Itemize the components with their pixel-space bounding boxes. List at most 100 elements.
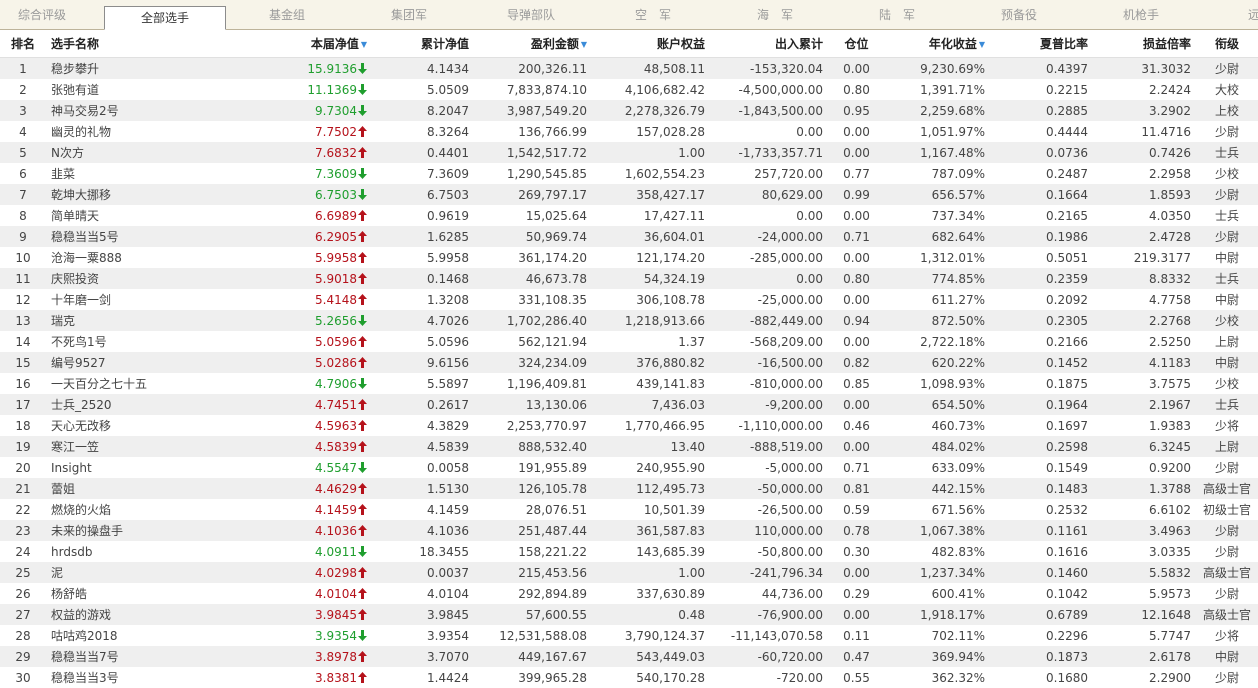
table-row[interactable]: 27权益的游戏3.98453.984557,600.550.48-76,900.…	[0, 604, 1258, 625]
player-name-link[interactable]: 天心无改移	[46, 415, 234, 436]
tab-item[interactable]: 基金组	[226, 0, 348, 29]
header-name[interactable]: 选手名称	[46, 30, 234, 58]
player-name-link[interactable]: Insight	[46, 457, 234, 478]
header-equity[interactable]: 账户权益	[592, 30, 710, 58]
player-name-link[interactable]: hrdsdb	[46, 541, 234, 562]
player-name-link[interactable]: 稳步攀升	[46, 58, 234, 80]
header-annual[interactable]: 年化收益▼	[885, 30, 990, 58]
cash-flow-cell: -241,796.34	[710, 562, 828, 583]
sort-desc-icon[interactable]: ▼	[581, 40, 587, 49]
table-row[interactable]: 19寒江一笠4.58394.5839888,532.4013.40-888,51…	[0, 436, 1258, 457]
player-name-link[interactable]: 不死鸟1号	[46, 331, 234, 352]
table-row[interactable]: 4幽灵的礼物7.75028.3264136,766.99157,028.280.…	[0, 121, 1258, 142]
rank-cell: 8	[0, 205, 46, 226]
header-profit[interactable]: 盈利金额▼	[474, 30, 592, 58]
tab-item[interactable]: 全部选手	[104, 6, 226, 30]
tab-item[interactable]: 集团军	[348, 0, 470, 29]
tab-item[interactable]: 远征	[1230, 0, 1258, 29]
tab-item[interactable]: 导弹部队	[470, 0, 592, 29]
sort-desc-icon[interactable]: ▼	[979, 40, 985, 49]
tab-item[interactable]: 综合评级	[0, 0, 84, 29]
table-row[interactable]: 29稳稳当当7号3.89783.7070449,167.67543,449.03…	[0, 646, 1258, 667]
header-pl-ratio[interactable]: 损益倍率	[1093, 30, 1196, 58]
table-row[interactable]: 5N次方7.68320.44011,542,517.721.00-1,733,3…	[0, 142, 1258, 163]
header-sharpe[interactable]: 夏普比率	[990, 30, 1093, 58]
table-row[interactable]: 8简单晴天6.69890.961915,025.6417,427.110.000…	[0, 205, 1258, 226]
player-name-link[interactable]: 咕咕鸡2018	[46, 625, 234, 646]
player-name-link[interactable]: 寒江一笠	[46, 436, 234, 457]
table-row[interactable]: 7乾坤大挪移6.75036.7503269,797.17358,427.1780…	[0, 184, 1258, 205]
table-row[interactable]: 17士兵_25204.74510.261713,130.067,436.03-9…	[0, 394, 1258, 415]
player-name-link[interactable]: 简单晴天	[46, 205, 234, 226]
table-row[interactable]: 6韭菜7.36097.36091,290,545.851,602,554.232…	[0, 163, 1258, 184]
table-row[interactable]: 18天心无改移4.59634.38292,253,770.971,770,466…	[0, 415, 1258, 436]
table-row[interactable]: 26杨舒皓4.01044.0104292,894.89337,630.8944,…	[0, 583, 1258, 604]
player-name-link[interactable]: 稳稳当当5号	[46, 226, 234, 247]
player-name-link[interactable]: 杨舒皓	[46, 583, 234, 604]
player-name-link[interactable]: 韭菜	[46, 163, 234, 184]
cum-nav-cell: 0.4401	[372, 142, 474, 163]
player-name-link[interactable]: 一天百分之七十五	[46, 373, 234, 394]
arrow-up-icon	[358, 294, 367, 305]
sharpe-cell: 0.1042	[990, 583, 1093, 604]
table-row[interactable]: 3神马交易2号9.73048.20473,987,549.202,278,326…	[0, 100, 1258, 121]
tab-item[interactable]: 空 军	[592, 0, 714, 29]
player-name-link[interactable]: 沧海一粟888	[46, 247, 234, 268]
player-name-link[interactable]: 士兵_2520	[46, 394, 234, 415]
tab-item[interactable]: 机枪手	[1080, 0, 1202, 29]
player-name-link[interactable]: 权益的游戏	[46, 604, 234, 625]
table-row[interactable]: 21蕾姐4.46291.5130126,105.78112,495.73-50,…	[0, 478, 1258, 499]
player-name-link[interactable]: 泥	[46, 562, 234, 583]
table-row[interactable]: 1稳步攀升15.91364.1434200,326.1148,508.11-15…	[0, 58, 1258, 80]
rank-cell: 1	[0, 58, 46, 80]
player-name-link[interactable]: 幽灵的礼物	[46, 121, 234, 142]
player-name-link[interactable]: 蕾姐	[46, 478, 234, 499]
table-row[interactable]: 13瑞克5.26564.70261,702,286.401,218,913.66…	[0, 310, 1258, 331]
sharpe-cell: 0.2166	[990, 331, 1093, 352]
table-row[interactable]: 28咕咕鸡20183.93543.935412,531,588.083,790,…	[0, 625, 1258, 646]
table-row[interactable]: 11庆熙投资5.90180.146846,673.7854,324.190.00…	[0, 268, 1258, 289]
table-row[interactable]: 10沧海一粟8885.99585.9958361,174.20121,174.2…	[0, 247, 1258, 268]
table-row[interactable]: 24hrdsdb4.091118.3455158,221.22143,685.3…	[0, 541, 1258, 562]
header-rank[interactable]: 排名	[0, 30, 46, 58]
position-cell: 0.00	[828, 142, 885, 163]
player-name-link[interactable]: 燃烧的火焰	[46, 499, 234, 520]
player-name-link[interactable]: 编号9527	[46, 352, 234, 373]
tab-item[interactable]: 预备役	[958, 0, 1080, 29]
header-nav[interactable]: 本届净值▼	[234, 30, 372, 58]
table-row[interactable]: 30稳稳当当3号3.83811.4424399,965.28540,170.28…	[0, 667, 1258, 688]
header-title[interactable]: 衔级	[1196, 30, 1258, 58]
table-row[interactable]: 12十年磨一剑5.41481.3208331,108.35306,108.78-…	[0, 289, 1258, 310]
table-row[interactable]: 14不死鸟1号5.05965.0596562,121.941.37-568,20…	[0, 331, 1258, 352]
player-name-link[interactable]: 十年磨一剑	[46, 289, 234, 310]
player-name-link[interactable]: 稳稳当当7号	[46, 646, 234, 667]
header-cum-nav[interactable]: 累计净值	[372, 30, 474, 58]
table-row[interactable]: 25泥4.02980.0037215,453.561.00-241,796.34…	[0, 562, 1258, 583]
header-cash[interactable]: 出入累计	[710, 30, 828, 58]
table-row[interactable]: 22燃烧的火焰4.14594.145928,076.5110,501.39-26…	[0, 499, 1258, 520]
equity-cell: 1.00	[592, 142, 710, 163]
cum-nav-cell: 4.0104	[372, 583, 474, 604]
rank-cell: 5	[0, 142, 46, 163]
table-row[interactable]: 9稳稳当当5号6.29051.628550,969.7436,604.01-24…	[0, 226, 1258, 247]
equity-cell: 1,770,466.95	[592, 415, 710, 436]
table-row[interactable]: 2张弛有道11.13695.05097,833,874.104,106,682.…	[0, 79, 1258, 100]
tab-item[interactable]: 陆 军	[836, 0, 958, 29]
sort-desc-icon[interactable]: ▼	[361, 40, 367, 49]
pl-ratio-cell: 0.9200	[1093, 457, 1196, 478]
table-row[interactable]: 16一天百分之七十五4.79065.58971,196,409.81439,14…	[0, 373, 1258, 394]
table-row[interactable]: 23未来的操盘手4.10364.1036251,487.44361,587.83…	[0, 520, 1258, 541]
player-name-link[interactable]: 稳稳当当3号	[46, 667, 234, 688]
player-name-link[interactable]: 庆熙投资	[46, 268, 234, 289]
player-name-link[interactable]: N次方	[46, 142, 234, 163]
player-name-link[interactable]: 神马交易2号	[46, 100, 234, 121]
player-name-link[interactable]: 瑞克	[46, 310, 234, 331]
player-name-link[interactable]: 乾坤大挪移	[46, 184, 234, 205]
table-row[interactable]: 20Insight4.55470.0058191,955.89240,955.9…	[0, 457, 1258, 478]
tab-item[interactable]: 海 军	[714, 0, 836, 29]
header-position[interactable]: 仓位	[828, 30, 885, 58]
nav-value: 5.9018	[315, 272, 357, 286]
player-name-link[interactable]: 张弛有道	[46, 79, 234, 100]
player-name-link[interactable]: 未来的操盘手	[46, 520, 234, 541]
table-row[interactable]: 15编号95275.02869.6156324,234.09376,880.82…	[0, 352, 1258, 373]
